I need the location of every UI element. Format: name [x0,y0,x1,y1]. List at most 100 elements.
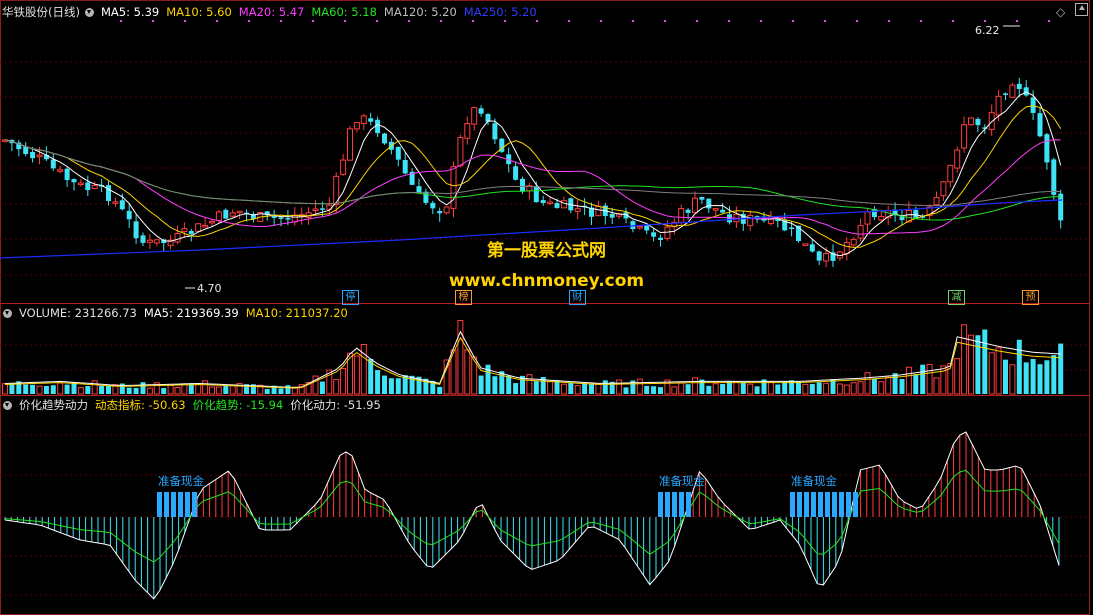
volume-bar [968,334,974,395]
volume-bar [796,381,801,394]
volume-bar [146,387,153,395]
stock-title[interactable]: 华铁股份(日线) [2,4,80,20]
event-dot [1016,20,1018,22]
volume-bar [43,386,49,394]
candle-body [236,210,243,214]
candle-body [513,166,519,180]
candle-body [181,228,188,232]
signal-block [178,492,183,517]
signal-block [846,492,851,517]
volume-bar [1037,364,1043,394]
volume-bar [513,383,519,394]
volume-bar [353,355,360,395]
dropdown-circle-icon[interactable] [3,308,12,318]
candle-body [995,95,1002,116]
candle-body [464,123,471,139]
event-marker-list[interactable]: 榜 [455,290,472,305]
candle-body [712,208,719,211]
watermark-title: 第一股票公式网 [487,241,606,261]
signal-block [832,492,837,517]
candle-body [375,119,381,134]
event-dot [472,20,474,22]
candle-body [685,209,691,213]
volume-bar [1009,364,1016,395]
candle-body [1058,193,1064,221]
volume-bar [375,370,381,394]
volume-bar [23,384,29,394]
volume-bar [692,377,698,395]
candle-body [492,123,498,140]
volume-bar [644,385,650,394]
indicator-name[interactable]: 价化趋势动力 [19,397,88,413]
candle-body [961,124,968,149]
event-marker-reduce[interactable]: 减 [948,290,965,305]
candle-body [1003,93,1008,95]
candle-body [975,118,981,126]
candle-body [1037,113,1043,137]
event-dot [408,20,410,22]
volume-bar [167,384,174,395]
candle-body [1044,134,1050,163]
event-marker-forecast[interactable]: 预 [1022,290,1039,305]
event-marker-suspend[interactable]: 停 [342,290,359,305]
candle-body [360,115,367,125]
event-dot [376,20,378,22]
candle-body [423,191,429,203]
volume-bar [892,373,898,394]
diamond-icon[interactable]: ◇ [1056,5,1065,19]
volume-panel-header: VOLUME: 231266.73 MA5: 219369.39 MA10: 2… [0,305,355,321]
volume-value: VOLUME: 231266.73 [19,306,137,320]
volume-bar [395,378,401,394]
candle-body [209,220,215,224]
volume-bar [50,385,56,394]
collapse-icon[interactable] [1075,3,1088,19]
volume-bar [492,376,498,394]
candle-body [278,217,284,219]
volume-bar [905,366,912,395]
signal-block [804,492,809,517]
event-dot [184,20,186,22]
candle-body [630,221,636,230]
event-dot [952,20,954,22]
dropdown-circle-icon[interactable] [84,7,94,17]
volume-bar [319,381,325,394]
volume-bar [1044,360,1050,394]
volume-bar [933,377,940,395]
price-panel-header: 华铁股份(日线) MA5: 5.39 MA10: 5.60 MA20: 5.47… [0,4,544,20]
signal-block [839,492,844,517]
candle-body [1051,159,1057,195]
candle-body [560,200,567,209]
candle-body [77,182,84,186]
volume-bar [995,347,1002,395]
volume-bar [506,375,512,394]
volume-bar [437,386,443,394]
event-marker-finance[interactable]: 财 [569,290,586,305]
power-value: 价化动力: -51.95 [290,398,381,412]
volume-bar [174,386,181,395]
volume-bar [36,385,43,395]
candle-body [50,159,56,169]
volume-bar [712,383,719,395]
candle-body [609,213,615,218]
volume-bar [133,387,139,394]
volume-bar [720,384,726,394]
event-dot [120,20,122,22]
ma120-line [4,139,1061,207]
signal-block [790,492,795,517]
candle-body [692,197,698,214]
event-dot [248,20,250,22]
volume-bar [816,382,822,394]
volume-bar [340,368,347,395]
candle-body [188,230,194,235]
candle-body [353,122,360,130]
volume-bar [388,378,394,394]
event-dot [216,20,218,22]
event-dot [824,20,826,22]
candle-body [789,227,795,229]
volume-bar [574,385,581,395]
dropdown-circle-icon[interactable] [3,400,12,410]
event-dot [856,20,858,22]
candle-body [699,196,705,200]
volume-bar [202,380,209,395]
candle-body [91,185,98,189]
